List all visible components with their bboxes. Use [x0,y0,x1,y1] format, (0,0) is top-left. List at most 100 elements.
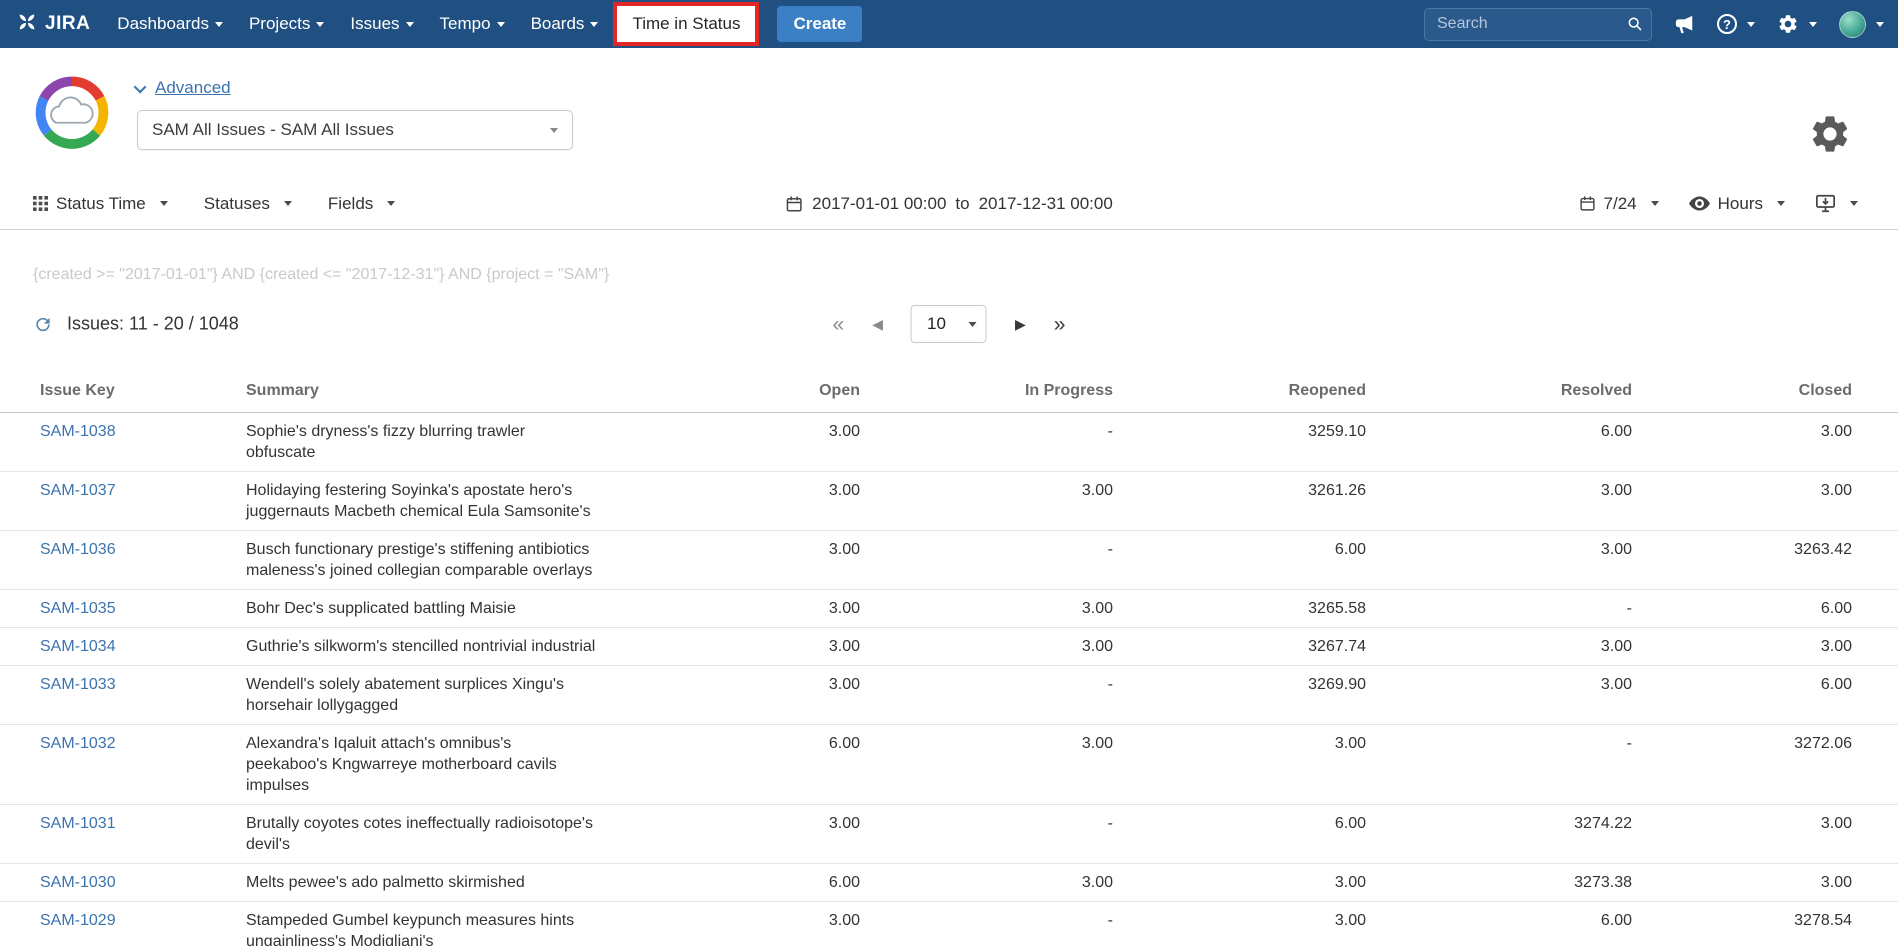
grid-icon [33,196,48,211]
cell-resolved: 6.00 [1366,902,1632,946]
chevron-down-icon [134,80,147,93]
issue-key-link[interactable]: SAM-1034 [40,638,116,655]
toolbar-left: Status Time Statuses Fields [33,194,395,214]
issues-count-label: Issues: 11 - 20 / 1048 [67,314,239,335]
next-page-button[interactable]: ▶ [1015,317,1026,331]
cell-reopened: 3.00 [1113,902,1366,946]
cell-in-progress: 3.00 [860,864,1113,902]
user-menu-button[interactable] [1839,11,1884,38]
gear-icon [1777,13,1799,35]
chevron-down-icon [1747,22,1755,27]
nav-item-label: Projects [249,14,310,34]
nav-item-tempo[interactable]: Tempo [427,0,518,48]
chevron-down-icon [497,22,505,27]
date-separator: to [955,194,969,214]
settings-gear-button[interactable] [1808,112,1852,161]
statuses-menu-button[interactable]: Statuses [204,194,292,214]
cell-open: 3.00 [666,531,860,590]
date-to: 2017-12-31 00:00 [979,194,1113,214]
prev-page-button[interactable]: ◀ [872,317,883,331]
cell-resolved: 3.00 [1366,666,1632,725]
advanced-label: Advanced [155,78,231,98]
cell-open: 3.00 [666,666,860,725]
issue-key-link[interactable]: SAM-1032 [40,735,116,752]
fields-menu-button[interactable]: Fields [328,194,395,214]
time-in-status-page: JIRA Dashboards Projects Issues Tempo Bo… [0,0,1898,946]
fields-label: Fields [328,194,373,214]
statuses-label: Statuses [204,194,270,214]
toolbar-right: 7/24 Hours [1579,194,1858,214]
announcements-megaphone-icon[interactable] [1674,15,1695,34]
cell-reopened: 6.00 [1113,531,1366,590]
nav-item-label: Boards [531,14,585,34]
column-header-open: Open [666,372,860,413]
table-row: SAM-1035 Bohr Dec's supplicated battling… [0,590,1898,628]
saved-filter-value: SAM All Issues - SAM All Issues [152,120,394,140]
create-button[interactable]: Create [777,6,862,42]
export-menu-button[interactable] [1815,194,1858,213]
chevron-down-icon [590,22,598,27]
nav-item-projects[interactable]: Projects [236,0,337,48]
issue-key-link[interactable]: SAM-1035 [40,600,116,617]
chevron-down-icon [550,128,558,133]
issue-key-link[interactable]: SAM-1030 [40,874,116,891]
cell-closed: 3.00 [1632,805,1898,864]
date-range-button[interactable]: 2017-01-01 00:00 to 2017-12-31 00:00 [785,194,1113,214]
cell-open: 3.00 [666,805,860,864]
issue-summary: Holidaying festering Soyinka's apostate … [246,480,596,522]
cell-in-progress: 3.00 [860,472,1113,531]
nav-item-issues[interactable]: Issues [337,0,426,48]
issue-key-link[interactable]: SAM-1038 [40,423,116,440]
nav-item-dashboards[interactable]: Dashboards [104,0,236,48]
issue-key-link[interactable]: SAM-1037 [40,482,116,499]
cell-reopened: 3.00 [1113,725,1366,805]
cell-open: 6.00 [666,725,860,805]
jql-query-text: {created >= "2017-01-01"} AND {created <… [33,266,1898,284]
advanced-link[interactable]: Advanced [137,78,231,98]
saved-filter-select[interactable]: SAM All Issues - SAM All Issues [137,110,573,150]
pagination: « ◀ 10 ▶ » [833,305,1066,343]
day-hours-menu-button[interactable]: 7/24 [1579,194,1659,214]
issue-summary: Alexandra's Iqaluit attach's omnibus's p… [246,733,596,796]
issue-summary: Sophie's dryness's fizzy blurring trawle… [246,421,596,463]
last-page-button[interactable]: » [1054,314,1066,335]
nav-item-label: Issues [350,14,399,34]
cell-reopened: 3267.74 [1113,628,1366,666]
jira-home-link[interactable]: JIRA [16,11,90,38]
cell-in-progress: 3.00 [860,628,1113,666]
cell-open: 3.00 [666,590,860,628]
nav-item-time-in-status[interactable]: Time in Status [613,2,759,46]
issue-key-link[interactable]: SAM-1029 [40,912,116,929]
cell-open: 3.00 [666,628,860,666]
nav-item-label: Time in Status [632,14,740,34]
refresh-icon[interactable] [33,314,53,334]
cell-in-progress: - [860,805,1113,864]
admin-settings-button[interactable] [1777,13,1817,35]
chevron-down-icon [1876,22,1884,27]
issue-key-link[interactable]: SAM-1036 [40,541,116,558]
units-menu-button[interactable]: Hours [1689,194,1785,214]
search-icon[interactable] [1627,16,1643,37]
search-input[interactable] [1424,8,1652,41]
report-header: Advanced SAM All Issues - SAM All Issues [0,48,1898,178]
chevron-down-icon [1850,201,1858,206]
page-size-select[interactable]: 10 [911,305,987,343]
nav-item-boards[interactable]: Boards [518,0,612,48]
issues-table: Issue Key Summary Open In Progress Reope… [0,372,1898,946]
cell-resolved: 3.00 [1366,531,1632,590]
cell-resolved: - [1366,725,1632,805]
cell-in-progress: 3.00 [860,590,1113,628]
cell-closed: 3.00 [1632,413,1898,472]
cell-closed: 3278.54 [1632,902,1898,946]
first-page-button[interactable]: « [833,314,845,335]
report-toolbar: Status Time Statuses Fields 2017-01-01 0… [0,178,1898,230]
navbar-right: ? [1424,8,1884,41]
column-header-resolved: Resolved [1366,372,1632,413]
status-time-menu-button[interactable]: Status Time [33,194,168,214]
cell-closed: 3.00 [1632,472,1898,531]
issue-key-link[interactable]: SAM-1031 [40,815,116,832]
help-menu-button[interactable]: ? [1717,14,1755,34]
issue-key-link[interactable]: SAM-1033 [40,676,116,693]
cell-in-progress: - [860,531,1113,590]
column-header-summary: Summary [246,372,666,413]
